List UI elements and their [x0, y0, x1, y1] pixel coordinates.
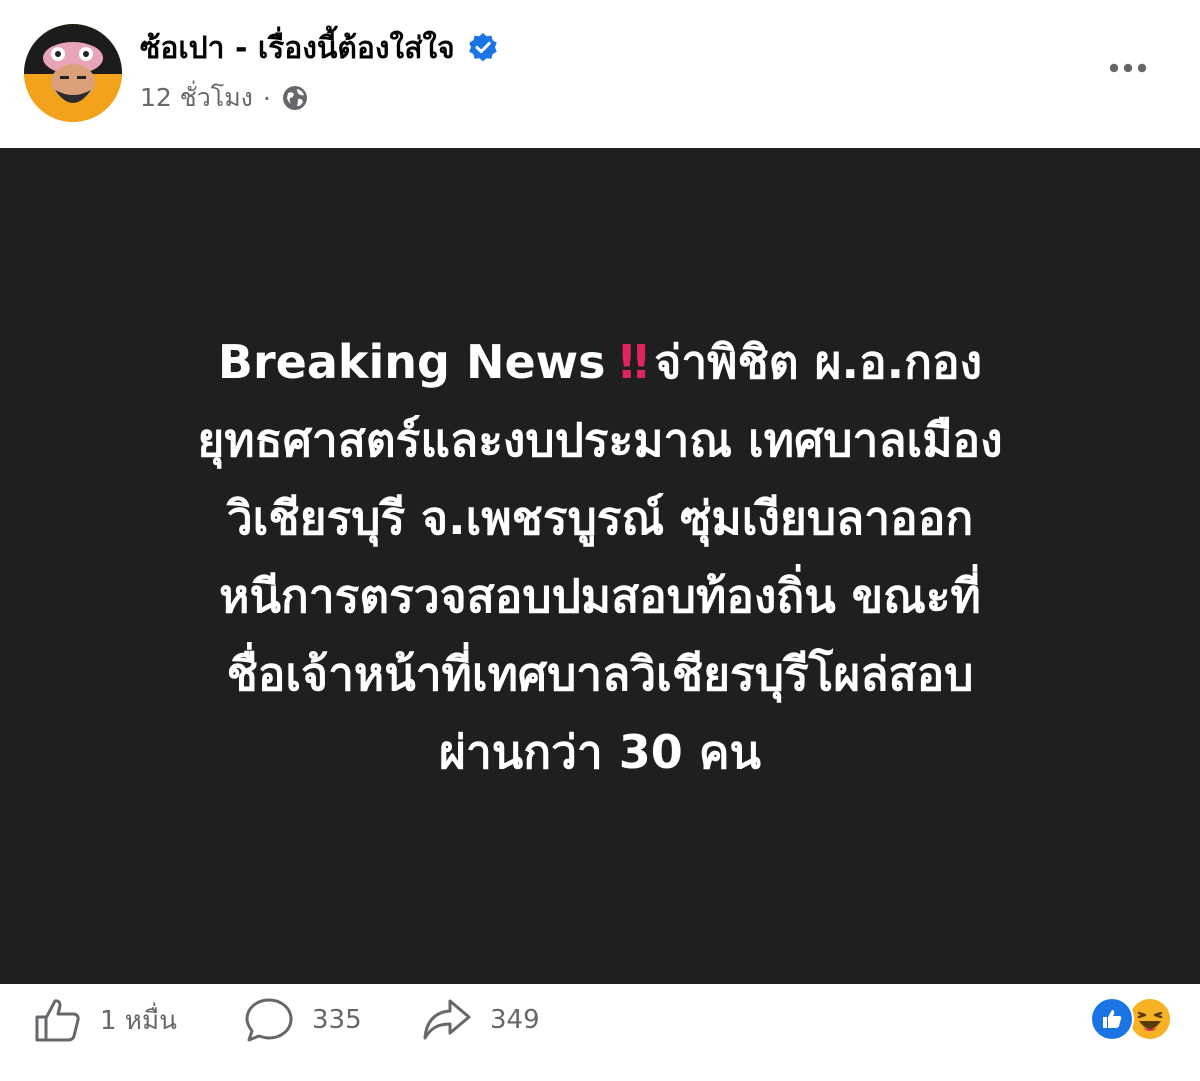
globe-icon[interactable]: [281, 84, 309, 112]
more-options-button[interactable]: [1100, 46, 1156, 90]
post-text-card: Breaking News ‼ จ่าพิชิต ผ.อ.กอง ยุทธศาสตร…: [0, 148, 1200, 984]
post-line-6: ผ่านกว่า 30 คน: [439, 725, 761, 779]
like-count: 1 หมื่น: [100, 1005, 177, 1036]
comment-button[interactable]: 335: [244, 998, 362, 1042]
post-timestamp[interactable]: 12 ชั่วโมง: [140, 78, 253, 118]
thumbs-up-icon: [35, 999, 80, 1042]
double-exclamation-icon: ‼: [619, 335, 649, 389]
post-line-3: วิเชียรบุรี จ.เพชรบูรณ์ ซุ่มเงียบลาออก: [226, 491, 974, 545]
post-line-4: หนีการตรวจสอบปมสอบท้องถิ่น ขณะที่: [219, 569, 981, 623]
haha-reaction-icon: [1128, 997, 1172, 1041]
like-button[interactable]: 1 หมื่น: [34, 998, 177, 1042]
comment-count: 335: [312, 1005, 362, 1035]
like-reaction-icon: [1090, 997, 1134, 1041]
author-avatar[interactable]: [24, 24, 122, 122]
post-action-bar: 1 หมื่น 335 349: [0, 984, 1200, 1081]
meta-separator: ·: [262, 83, 271, 113]
share-arrow-icon: [423, 999, 471, 1040]
breaking-news-label: Breaking News: [217, 335, 606, 389]
post-line-text: จ่าพิชิต ผ.อ.กอง: [654, 335, 983, 389]
verified-badge-icon: [467, 32, 499, 64]
reaction-summary[interactable]: [1090, 996, 1172, 1042]
author-name[interactable]: ซ้อเปา - เรื่องนี้ต้องใส่ใจ: [140, 25, 455, 72]
post-text: Breaking News ‼ จ่าพิชิต ผ.อ.กอง ยุทธศาสตร…: [60, 323, 1140, 791]
post-header: ซ้อเปา - เรื่องนี้ต้องใส่ใจ 12 ชั่วโมง ·: [0, 0, 1200, 148]
author-row: ซ้อเปา - เรื่องนี้ต้องใส่ใจ: [140, 26, 499, 70]
post-meta: 12 ชั่วโมง ·: [140, 78, 309, 118]
comment-bubble-icon: [245, 998, 293, 1042]
post-line-1: Breaking News ‼ จ่าพิชิต ผ.อ.กอง: [60, 323, 1140, 401]
avatar-image: [24, 24, 122, 122]
post-line-2: ยุทธศาสตร์และงบประมาณ เทศบาลเมือง: [197, 413, 1003, 467]
more-options-icon: [1109, 63, 1147, 73]
share-count: 349: [490, 1005, 540, 1035]
post-line-5: ชื่อเจ้าหน้าที่เทศบาลวิเชียรบุรีโผล่สอบ: [226, 647, 974, 701]
share-button[interactable]: 349: [422, 998, 540, 1042]
